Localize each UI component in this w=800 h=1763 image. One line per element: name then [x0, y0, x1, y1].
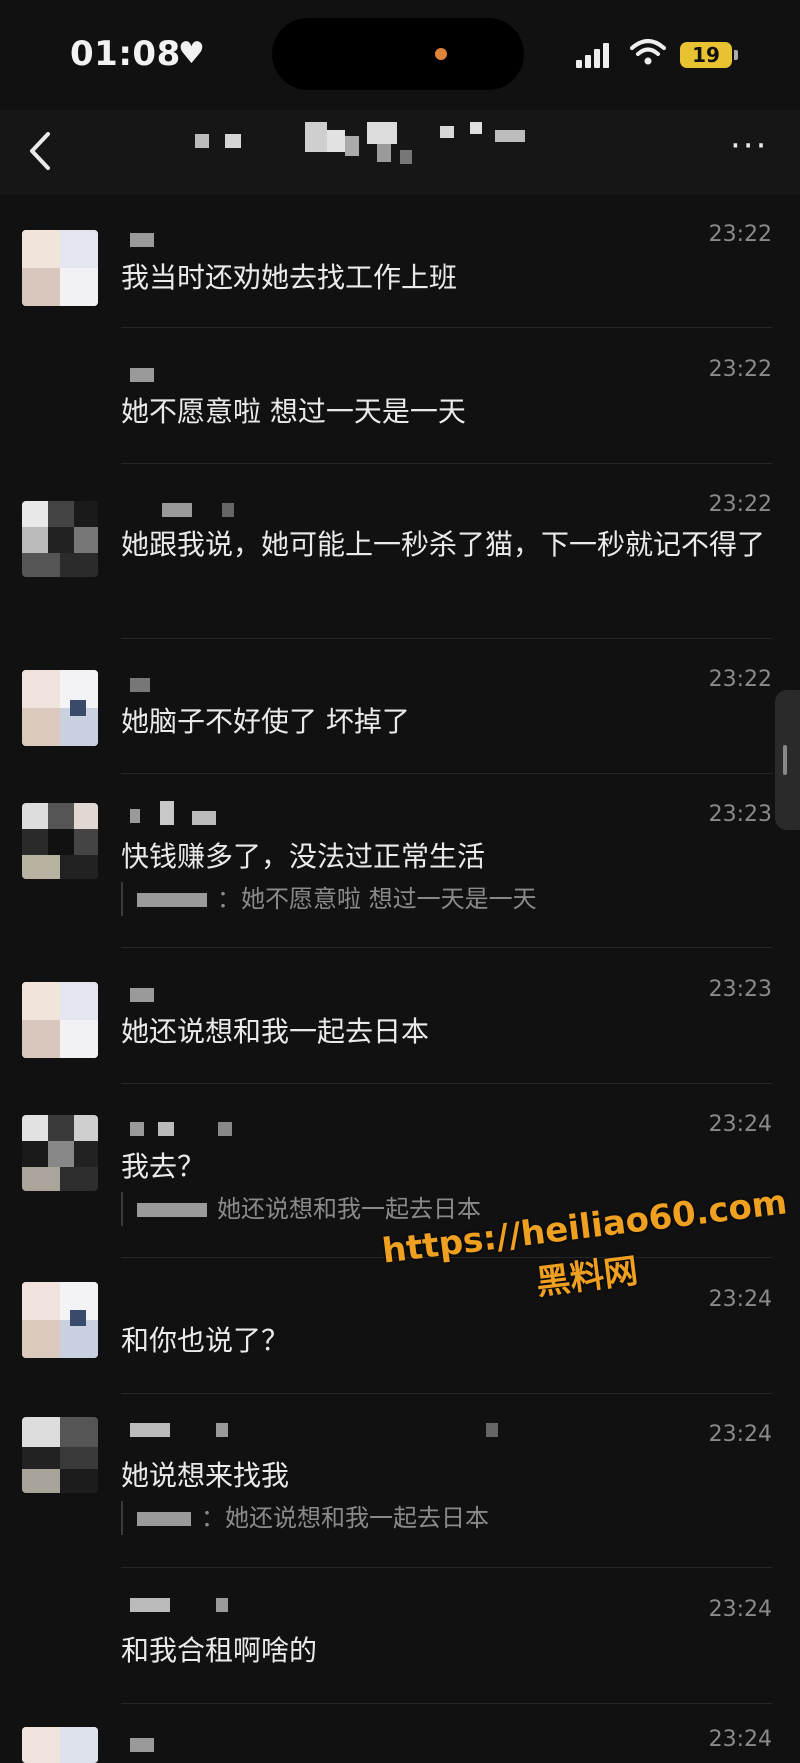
status-time: 01:08	[70, 34, 181, 74]
message-text: 快钱赚多了，没法过正常生活	[121, 840, 486, 873]
avatar[interactable]	[22, 230, 98, 306]
message-divider	[121, 773, 772, 774]
message-time: 23:23	[708, 977, 772, 1002]
avatar[interactable]	[22, 1727, 98, 1763]
message-time: 23:24	[708, 1422, 772, 1447]
message-divider	[121, 638, 772, 639]
avatar[interactable]	[22, 803, 98, 879]
wifi-icon	[630, 39, 666, 65]
chat-title-redacted	[195, 122, 615, 187]
quoted-sender-redacted	[137, 1512, 191, 1526]
message-divider	[121, 1393, 772, 1394]
quoted-message: ：她还说想和我一起去日本	[121, 1501, 489, 1535]
message-time: 23:22	[708, 667, 772, 692]
message-text: 和你也说了？	[121, 1324, 290, 1357]
message-text: 她跟我说，她可能上一秒杀了猫，下一秒就记不得了	[121, 528, 766, 561]
avatar[interactable]	[22, 1417, 98, 1493]
message-time: 23:24	[708, 1287, 772, 1312]
avatar[interactable]	[22, 501, 98, 577]
chat-header: ···	[0, 110, 800, 195]
quoted-sender-redacted	[137, 1203, 207, 1217]
quoted-sender-redacted	[137, 893, 207, 907]
avatar[interactable]	[22, 982, 98, 1058]
message-divider	[121, 1083, 772, 1084]
message-text: 她脑子不好使了 坏掉了	[121, 705, 410, 738]
heart-icon: ♥	[178, 36, 205, 71]
message-time: 23:22	[708, 222, 772, 247]
message-divider	[121, 1703, 772, 1704]
message-divider	[121, 1567, 772, 1568]
quoted-text: 她还说想和我一起去日本	[217, 1195, 481, 1223]
message-divider	[121, 947, 772, 948]
avatar[interactable]	[22, 1115, 98, 1191]
quoted-message: ：她不愿意啦 想过一天是一天	[121, 882, 537, 916]
scroll-handle[interactable]	[775, 690, 800, 830]
message-divider	[121, 463, 772, 464]
message-text: 我去？	[121, 1150, 206, 1183]
avatar[interactable]	[22, 670, 98, 746]
battery-icon: 19	[680, 42, 732, 68]
back-chevron-icon[interactable]	[20, 126, 60, 176]
message-time: 23:24	[708, 1112, 772, 1137]
message-text: 我当时还劝她去找工作上班	[121, 261, 458, 294]
dynamic-island	[272, 18, 524, 90]
status-bar: 01:08 ♥ 19	[0, 0, 800, 110]
message-time: 23:23	[708, 802, 772, 827]
quoted-message: 她还说想和我一起去日本	[121, 1192, 481, 1226]
quoted-text: ：她还说想和我一起去日本	[201, 1504, 489, 1532]
battery-cap	[734, 50, 738, 60]
message-text: 她说想来找我	[121, 1459, 290, 1492]
more-options-button[interactable]: ···	[730, 126, 768, 166]
message-text: 和我合租啊啥的	[121, 1634, 318, 1667]
avatar[interactable]	[22, 1282, 98, 1358]
message-text: 她不愿意啦 想过一天是一天	[121, 395, 466, 428]
message-time: 23:22	[708, 357, 772, 382]
cellular-signal-icon	[576, 42, 614, 68]
message-divider	[121, 327, 772, 328]
message-time: 23:24	[708, 1597, 772, 1622]
message-text: 她还说想和我一起去日本	[121, 1015, 430, 1048]
message-time: 23:22	[708, 492, 772, 517]
quoted-text: ：她不愿意啦 想过一天是一天	[217, 885, 537, 913]
message-time: 23:24	[708, 1727, 772, 1752]
camera-indicator-icon	[435, 48, 447, 60]
